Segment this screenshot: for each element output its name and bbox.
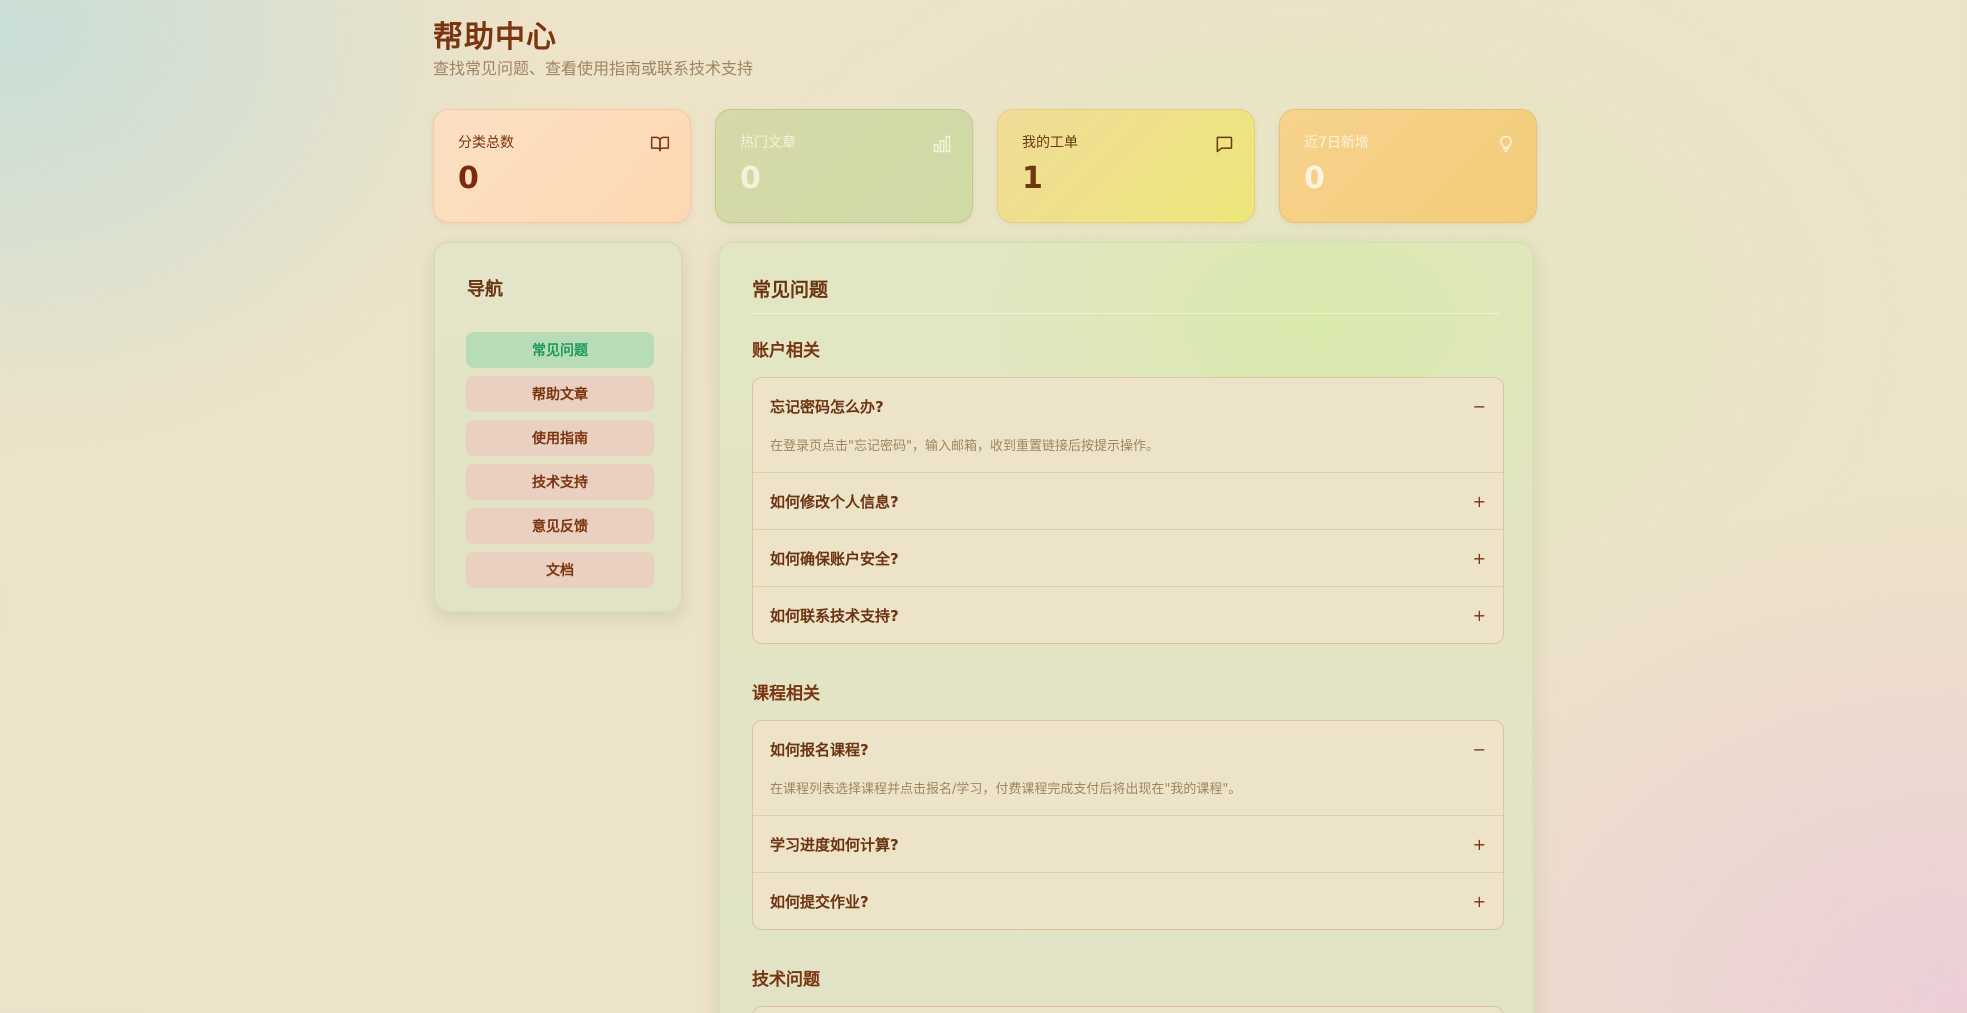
nav-panel: 导航 常见问题 帮助文章 使用指南 技术支持 意见反馈 文档 bbox=[433, 241, 683, 613]
nav-item-feedback[interactable]: 意见反馈 bbox=[466, 508, 654, 544]
faq-group-account: 忘记密码怎么办? − 在登录页点击"忘记密码"，输入邮箱，收到重置链接后按提示操… bbox=[752, 377, 1504, 644]
section-title-account: 账户相关 bbox=[752, 341, 820, 361]
faq-panel-title: 常见问题 bbox=[752, 279, 829, 301]
faq-question[interactable]: 如何联系技术支持? + bbox=[753, 587, 1503, 643]
nav-item-tech-support[interactable]: 技术支持 bbox=[466, 464, 654, 500]
faq-question[interactable]: 学习进度如何计算? + bbox=[753, 816, 1503, 872]
faq-question[interactable]: 如何提交作业? + bbox=[753, 873, 1503, 929]
bar-chart-icon bbox=[933, 135, 951, 153]
stat-label: 我的工单 bbox=[1022, 135, 1078, 151]
faq-item: 如何提交作业? + bbox=[753, 872, 1503, 929]
faq-question-text: 如何修改个人信息? bbox=[770, 492, 899, 511]
faq-question-text: 忘记密码怎么办? bbox=[770, 398, 884, 416]
nav-item-help-articles[interactable]: 帮助文章 bbox=[466, 376, 654, 412]
stat-card-popular-articles: 热门文章 0 bbox=[715, 109, 973, 223]
expand-icon[interactable]: + bbox=[1473, 835, 1486, 854]
faq-item: 忘记密码怎么办? − 在登录页点击"忘记密码"，输入邮箱，收到重置链接后按提示操… bbox=[753, 378, 1503, 472]
faq-answer: 在登录页点击"忘记密码"，输入邮箱，收到重置链接后按提示操作。 bbox=[770, 439, 1159, 454]
stat-label: 近7日新增 bbox=[1304, 135, 1369, 151]
faq-item: 如何报名课程? − 在课程列表选择课程并点击报名/学习，付费课程完成支付后将出现… bbox=[753, 721, 1503, 815]
stat-card-my-tickets: 我的工单 1 bbox=[997, 109, 1255, 223]
collapse-icon[interactable]: − bbox=[1473, 397, 1486, 416]
faq-question-text: 如何报名课程? bbox=[770, 741, 869, 759]
title-divider bbox=[752, 313, 1500, 314]
nav-title: 导航 bbox=[467, 279, 503, 300]
stat-label: 分类总数 bbox=[458, 135, 514, 151]
faq-group-tech bbox=[752, 1006, 1504, 1013]
message-square-icon bbox=[1216, 136, 1233, 153]
stat-card-new-7-days: 近7日新增 0 bbox=[1279, 109, 1537, 223]
faq-item: 如何修改个人信息? + bbox=[753, 472, 1503, 529]
nav-item-faq[interactable]: 常见问题 bbox=[466, 332, 654, 368]
faq-item: 如何联系技术支持? + bbox=[753, 586, 1503, 643]
faq-question-text: 如何提交作业? bbox=[770, 892, 869, 911]
expand-icon[interactable]: + bbox=[1473, 492, 1486, 511]
faq-question[interactable]: 如何确保账户安全? + bbox=[753, 530, 1503, 586]
stat-value: 0 bbox=[458, 161, 479, 196]
page-subtitle: 查找常见问题、查看使用指南或联系技术支持 bbox=[433, 59, 754, 78]
expand-icon[interactable]: + bbox=[1473, 549, 1486, 568]
stat-card-categories: 分类总数 0 bbox=[433, 109, 691, 223]
expand-icon[interactable]: + bbox=[1473, 892, 1486, 911]
faq-answer: 在课程列表选择课程并点击报名/学习，付费课程完成支付后将出现在"我的课程"。 bbox=[770, 782, 1242, 797]
faq-group-courses: 如何报名课程? − 在课程列表选择课程并点击报名/学习，付费课程完成支付后将出现… bbox=[752, 720, 1504, 930]
faq-question[interactable]: 如何修改个人信息? + bbox=[753, 473, 1503, 529]
stat-value: 0 bbox=[740, 161, 761, 196]
section-title-tech: 技术问题 bbox=[752, 970, 820, 990]
faq-panel: 常见问题 账户相关 忘记密码怎么办? − 在登录页点击"忘记密码"，输入邮箱，收… bbox=[718, 241, 1534, 1013]
faq-question-text: 如何确保账户安全? bbox=[770, 549, 899, 568]
stat-label: 热门文章 bbox=[740, 135, 796, 151]
faq-item: 如何确保账户安全? + bbox=[753, 529, 1503, 586]
nav-item-docs[interactable]: 文档 bbox=[466, 552, 654, 588]
faq-question[interactable]: 忘记密码怎么办? − bbox=[753, 378, 1503, 435]
section-title-courses: 课程相关 bbox=[752, 684, 820, 704]
lightbulb-icon bbox=[1500, 135, 1512, 153]
book-open-icon bbox=[650, 136, 670, 152]
stat-value: 1 bbox=[1022, 161, 1043, 196]
stat-value: 0 bbox=[1304, 161, 1325, 196]
expand-icon[interactable]: + bbox=[1473, 606, 1486, 625]
collapse-icon[interactable]: − bbox=[1473, 740, 1486, 759]
faq-question-text: 学习进度如何计算? bbox=[770, 835, 899, 854]
faq-question-text: 如何联系技术支持? bbox=[770, 606, 899, 625]
faq-item: 学习进度如何计算? + bbox=[753, 815, 1503, 872]
faq-question[interactable]: 如何报名课程? − bbox=[753, 721, 1503, 778]
nav-item-user-guide[interactable]: 使用指南 bbox=[466, 420, 654, 456]
page-title: 帮助中心 bbox=[433, 20, 557, 55]
